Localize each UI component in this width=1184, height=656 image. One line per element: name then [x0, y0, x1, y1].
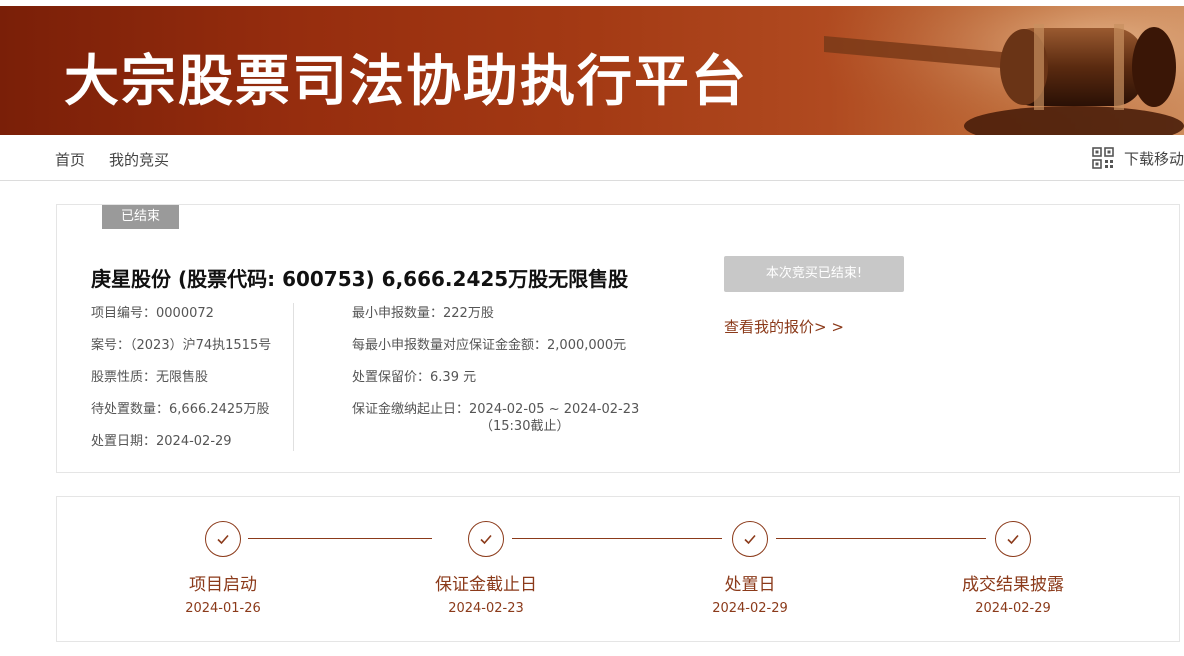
timeline-step: 保证金截止日 2024-02-23: [401, 521, 571, 616]
step-name: 项目启动: [189, 575, 257, 595]
detail-row: 最小申报数量：222万股: [352, 306, 494, 321]
step-name: 保证金截止日: [435, 575, 537, 595]
site-title: 大宗股票司法协助执行平台: [64, 49, 749, 113]
project-info-card: 已结束 庚星股份 (股票代码: 600753) 6,666.2425万股无限售股…: [56, 204, 1180, 473]
nav-my-bids[interactable]: 我的竞买: [109, 149, 169, 170]
detail-row: 待处置数量：6,666.2425万股: [91, 402, 270, 417]
check-icon: [205, 521, 241, 557]
detail-row: 项目编号：0000072: [91, 306, 214, 321]
status-badge: 已结束: [102, 205, 179, 229]
view-my-bid-link[interactable]: 查看我的报价> >: [724, 316, 844, 337]
timeline-step: 项目启动 2024-01-26: [138, 521, 308, 616]
check-icon: [732, 521, 768, 557]
top-nav: 首页 我的竞买 下载移动: [0, 135, 1184, 181]
qrcode-icon: [1092, 147, 1114, 169]
step-date: 2024-02-29: [975, 601, 1051, 616]
detail-row: 每最小申报数量对应保证金金额：2,000,000元: [352, 338, 627, 353]
detail-row: 处置保留价：6.39 元: [352, 370, 477, 385]
project-title: 庚星股份 (股票代码: 600753) 6,666.2425万股无限售股: [91, 267, 629, 291]
project-details-right: 最小申报数量：222万股 每最小申报数量对应保证金金额：2,000,000元 处…: [352, 305, 640, 434]
detail-row: 保证金缴纳起止日：2024-02-05 ~ 2024-02-23 （15:30截止…: [352, 402, 640, 434]
step-date: 2024-02-23: [448, 601, 524, 616]
header-banner: 大宗股票司法协助执行平台: [0, 6, 1184, 135]
project-details-left: 项目编号：0000072 案号：（2023）沪74执1515号 股票性质：无限售…: [91, 305, 271, 465]
nav-home[interactable]: 首页: [55, 149, 85, 170]
step-name: 处置日: [724, 575, 776, 595]
column-divider: [293, 303, 294, 451]
download-label: 下载移动: [1123, 149, 1184, 168]
check-icon: [468, 521, 504, 557]
check-icon: [995, 521, 1031, 557]
detail-row: 案号：（2023）沪74执1515号: [91, 338, 272, 353]
timeline-step: 处置日 2024-02-29: [665, 521, 835, 616]
gavel-image: [824, 6, 1184, 135]
step-date: 2024-01-26: [185, 601, 261, 616]
timeline-step: 成交结果披露 2024-02-29: [928, 521, 1098, 616]
timeline-card: 项目启动 2024-01-26 保证金截止日 2024-02-23 处置日 20…: [56, 496, 1180, 642]
step-name: 成交结果披露: [962, 575, 1064, 595]
download-app-link[interactable]: 下载移动: [1092, 147, 1184, 169]
detail-row: 处置日期：2024-02-29: [91, 434, 232, 449]
bid-ended-button[interactable]: 本次竞买已结束!: [724, 256, 904, 292]
step-date: 2024-02-29: [712, 601, 788, 616]
detail-row: 股票性质：无限售股: [91, 370, 209, 385]
